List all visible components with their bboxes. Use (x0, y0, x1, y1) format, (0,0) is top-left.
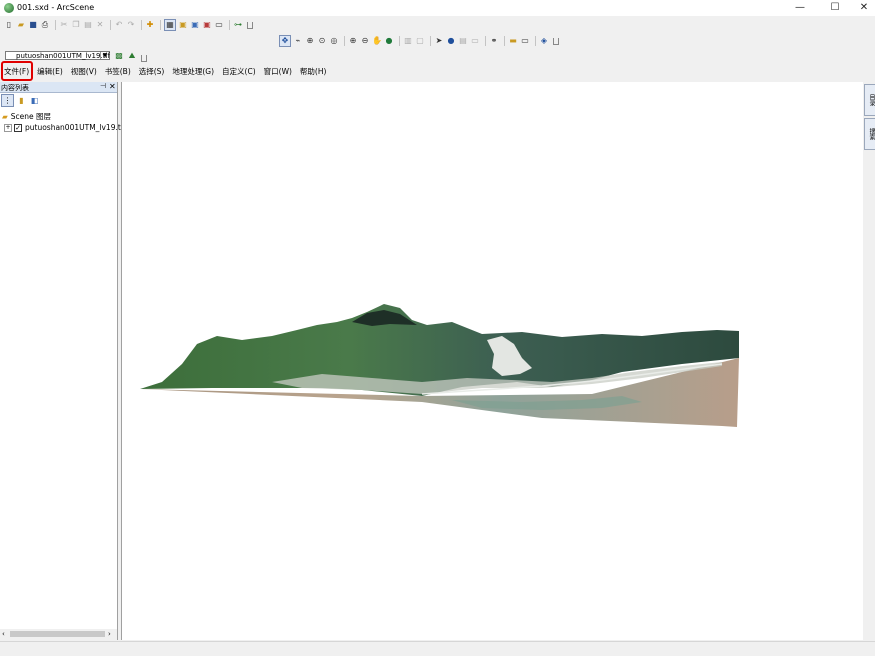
menu-help[interactable]: 帮助(H) (296, 66, 331, 78)
toolbar-separator (141, 20, 142, 30)
set-observer-icon[interactable]: ◎ (329, 36, 339, 46)
find-binoculars-icon[interactable]: ⚭ (489, 36, 499, 46)
toc-close-icon[interactable]: ✕ (109, 82, 116, 91)
redo-icon[interactable]: ↷ (126, 20, 136, 30)
toolbar-overflow-icon[interactable] (141, 55, 147, 62)
tools-toolbar: ✥ ⌁ ⊕ ⊙ ◎ ⊕ ⊖ ✋ ● ▥ ▢ ➤ ● ▤ ▭ ⚭ ▬ ▭ ◈ (279, 35, 559, 47)
full-extent-icon[interactable]: ● (384, 36, 394, 46)
add-data-icon[interactable]: ✚ (145, 20, 155, 30)
fly-icon[interactable]: ⌁ (293, 36, 303, 46)
terrain-3d-render (140, 304, 739, 427)
maximize-button[interactable]: ☐ (820, 0, 850, 16)
expand-icon[interactable]: + (4, 123, 12, 132)
menu-geoprocessing[interactable]: 地理处理(G) (168, 66, 218, 78)
catalog-dock-tab[interactable]: 目录 (864, 84, 875, 116)
toolbar-separator (55, 20, 56, 30)
table-view-icon[interactable]: ▦ (164, 19, 176, 31)
list-by-source-icon[interactable]: ▮ (16, 95, 27, 106)
title-bar (0, 0, 875, 16)
toolbar-separator (160, 20, 161, 30)
list-by-drawing-order-icon[interactable]: ⋮ (1, 94, 14, 107)
html-popup-icon[interactable]: ▤ (458, 36, 468, 46)
open-folder-icon[interactable]: ▰ (16, 20, 26, 30)
search-window-icon[interactable]: ▣ (190, 20, 200, 30)
menu-bookmarks[interactable]: 书签(B) (101, 66, 135, 78)
menu-customize[interactable]: 自定义(C) (218, 66, 260, 78)
new-document-icon[interactable]: ▯ (4, 20, 14, 30)
list-by-visibility-icon[interactable]: ◧ (29, 95, 40, 106)
toolbar-separator (399, 36, 400, 46)
toolbar-separator (485, 36, 486, 46)
delete-icon[interactable]: ✕ (95, 20, 105, 30)
arcscene-globe-icon (4, 3, 14, 13)
minimize-button[interactable]: — (785, 0, 815, 16)
scroll-left-icon[interactable]: ‹ (2, 630, 5, 638)
toc-toolbar: ⋮ ▮ ◧ (0, 94, 42, 107)
toolbar-separator (535, 36, 536, 46)
navigate-icon[interactable]: ✥ (279, 35, 291, 47)
layer-item[interactable]: + ✓ putuoshan001UTM_lv19.tif (4, 123, 126, 132)
animation-icon[interactable]: ▬ (508, 36, 518, 46)
menu-bar: 文件(F) 编辑(E) 视图(V) 书签(B) 选择(S) 地理处理(G) 自定… (0, 66, 330, 78)
copy-icon[interactable]: ❐ (71, 20, 81, 30)
zoom-to-target-icon[interactable]: ⊙ (317, 36, 327, 46)
menu-view[interactable]: 视图(V) (67, 66, 101, 78)
catalog-window-icon[interactable]: ▣ (178, 20, 188, 30)
python-window-icon[interactable]: ▭ (214, 20, 224, 30)
toolbar-overflow-icon[interactable] (247, 21, 253, 29)
layer-properties-icon[interactable]: ▩ (114, 51, 124, 61)
narrow-icon[interactable]: ▥ (403, 36, 413, 46)
pin-icon[interactable]: ⊣ (100, 82, 106, 90)
zoom-out-icon[interactable]: ⊖ (360, 36, 370, 46)
table-of-contents-panel (0, 82, 118, 640)
target-center-icon[interactable]: ⊕ (305, 36, 315, 46)
select-arrow-icon[interactable]: ➤ (434, 36, 444, 46)
toolbar-separator (110, 20, 111, 30)
toc-title: 内容列表 (1, 84, 29, 92)
cut-icon[interactable]: ✂ (59, 20, 69, 30)
toolbar-separator (344, 36, 345, 46)
model-builder-icon[interactable]: ⊶ (233, 20, 243, 30)
identify-icon[interactable]: ● (446, 36, 456, 46)
measure-icon[interactable]: ▭ (470, 36, 480, 46)
scene-group-label: Scene 图层 (10, 112, 52, 121)
scene-view[interactable] (121, 82, 864, 640)
3d-effects-icon[interactable]: ◈ (539, 36, 549, 46)
zoom-in-icon[interactable]: ⊕ (348, 36, 358, 46)
menu-file-highlight (1, 61, 33, 81)
chevron-down-icon[interactable]: ▼ (100, 52, 109, 59)
toolbar-separator (229, 20, 230, 30)
layer-dropdown[interactable]: putuoshan001UTM_lv19.tif ▼ (5, 51, 110, 60)
scene-layers-group[interactable]: ▰ Scene 图层 (2, 111, 51, 122)
layer-visibility-checkbox[interactable]: ✓ (14, 123, 22, 132)
scrollbar-thumb[interactable] (10, 631, 105, 637)
toolbar-separator (504, 36, 505, 46)
right-dock-panel: 目录 搜索 (863, 82, 875, 640)
layer-dropdown-value: putuoshan001UTM_lv19.tif (16, 52, 110, 60)
toolbar-separator (430, 36, 431, 46)
print-icon[interactable]: ⎙ (40, 20, 50, 30)
contour-icon[interactable]: ⛰ (127, 51, 137, 61)
broaden-icon[interactable]: ▢ (415, 36, 425, 46)
paste-icon[interactable]: ▤ (83, 20, 93, 30)
close-button[interactable]: ✕ (849, 0, 875, 16)
save-icon[interactable]: ■ (28, 20, 38, 30)
scene-properties-icon[interactable]: ▭ (520, 36, 530, 46)
scroll-right-icon[interactable]: › (108, 630, 111, 638)
layer-name: putuoshan001UTM_lv19.tif (25, 123, 126, 132)
undo-icon[interactable]: ↶ (114, 20, 124, 30)
toolbar-overflow-icon[interactable] (553, 37, 559, 45)
menu-windows[interactable]: 窗口(W) (260, 66, 296, 78)
menu-selection[interactable]: 选择(S) (135, 66, 169, 78)
window-title: 001.sxd - ArcScene (17, 3, 95, 12)
menu-edit[interactable]: 编辑(E) (33, 66, 67, 78)
search-dock-tab[interactable]: 搜索 (864, 118, 875, 150)
arctoolbox-icon[interactable]: ▣ (202, 20, 212, 30)
standard-toolbar: ▯ ▰ ■ ⎙ ✂ ❐ ▤ ✕ ↶ ↷ ✚ ▦ ▣ ▣ ▣ ▭ ⊶ (4, 19, 253, 31)
pan-hand-icon[interactable]: ✋ (372, 36, 382, 46)
status-bar (0, 641, 875, 656)
layer-group-icon: ▰ (2, 112, 8, 121)
